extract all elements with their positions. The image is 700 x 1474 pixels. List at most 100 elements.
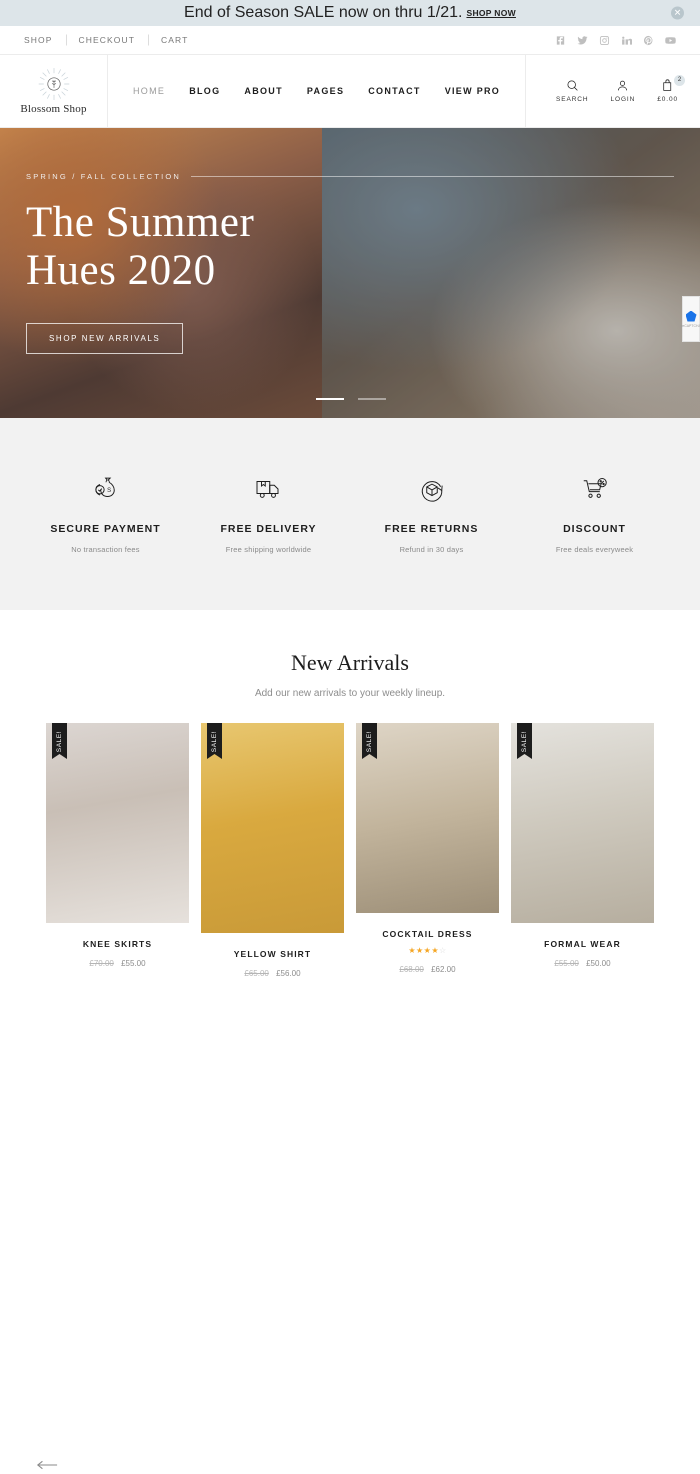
site-header: Blossom Shop HOME BLOG ABOUT PAGES CONTA… xyxy=(0,55,700,128)
hero-slide-indicator-1[interactable] xyxy=(316,398,344,400)
top-utility-bar: SHOP CHECKOUT CART xyxy=(0,26,700,55)
login-button[interactable]: LOGIN xyxy=(610,79,635,103)
social-links xyxy=(555,35,676,46)
product-name: FORMAL WEAR xyxy=(544,939,621,949)
close-icon[interactable]: ✕ xyxy=(671,6,684,20)
hero-slide-indicators xyxy=(316,398,386,400)
hero-title-line2: Hues 2020 xyxy=(26,247,216,295)
product-image[interactable]: SALE! xyxy=(511,723,654,923)
instagram-icon[interactable] xyxy=(599,35,610,46)
product-image[interactable]: SALE! xyxy=(356,723,499,913)
nav-item-blog[interactable]: BLOG xyxy=(177,86,232,96)
new-arrivals-section: New Arrivals Add our new arrivals to you… xyxy=(0,610,700,1470)
feature-title: FREE RETURNS xyxy=(384,523,479,535)
product-grid: SALE! KNEE SKIRTS £70.00 £55.00 SALE! YE… xyxy=(0,699,700,978)
nav-item-pages[interactable]: PAGES xyxy=(295,86,356,96)
recaptcha-badge[interactable]: reCAPTCHA xyxy=(681,296,700,342)
cart-button[interactable]: 2 £0.00 xyxy=(657,75,685,103)
product-card[interactable]: SALE! YELLOW SHIRT £65.00 £56.00 xyxy=(201,723,344,978)
product-card[interactable]: SALE! FORMAL WEAR £55.00 £50.00 xyxy=(511,723,654,968)
recaptcha-icon xyxy=(685,310,697,322)
features-section: S SECURE PAYMENT No transaction fees FRE… xyxy=(0,418,700,610)
nav-item-home[interactable]: HOME xyxy=(121,86,177,96)
page-title: New Arrivals xyxy=(291,650,409,675)
feature-free-delivery: FREE DELIVERY Free shipping worldwide xyxy=(187,474,350,554)
price-sale: £55.00 xyxy=(121,959,146,968)
product-thumbnail xyxy=(46,723,189,923)
money-bag-shield-icon: S xyxy=(94,477,115,497)
product-price: £68.00 £62.00 xyxy=(356,965,499,974)
cart-bag-icon xyxy=(663,79,672,91)
price-original: £70.00 xyxy=(89,959,114,968)
product-name: KNEE SKIRTS xyxy=(82,939,153,949)
twitter-icon[interactable] xyxy=(577,35,588,46)
price-sale: £56.00 xyxy=(276,969,301,978)
feature-free-returns: FREE RETURNS Refund in 30 days xyxy=(350,474,513,554)
cart-count-badge: 2 xyxy=(674,75,685,86)
hero-slide-indicator-2[interactable] xyxy=(358,398,386,400)
facebook-icon[interactable] xyxy=(555,35,566,46)
product-price: £70.00 £55.00 xyxy=(46,959,189,968)
hero-content: SPRING / FALL COLLECTION The Summer Hues… xyxy=(26,172,674,355)
sale-badge: SALE! xyxy=(517,723,532,759)
announcement-bar: End of Season SALE now on thru 1/21. SHO… xyxy=(0,0,700,26)
cart-total-label: £0.00 xyxy=(657,96,678,103)
product-thumbnail xyxy=(356,723,499,913)
feature-title: FREE DELIVERY xyxy=(220,523,317,535)
return-box-icon xyxy=(421,481,443,502)
product-name: COCKTAIL DRESS xyxy=(382,929,473,939)
hero-slider: SPRING / FALL COLLECTION The Summer Hues… xyxy=(0,128,700,418)
product-thumbnail xyxy=(201,723,344,933)
hero-eyebrow: SPRING / FALL COLLECTION xyxy=(26,172,674,181)
delivery-truck-icon xyxy=(256,481,278,498)
search-icon xyxy=(567,80,578,91)
product-thumbnail xyxy=(511,723,654,923)
feature-title: DISCOUNT xyxy=(563,523,626,535)
svg-text:S: S xyxy=(107,488,111,494)
brand-name: Blossom Shop xyxy=(20,103,87,115)
feature-subtitle: No transaction fees xyxy=(71,545,140,554)
feature-subtitle: Free shipping worldwide xyxy=(225,545,312,554)
search-button[interactable]: SEARCH xyxy=(556,79,589,103)
nav-item-contact[interactable]: CONTACT xyxy=(356,86,432,96)
announcement-shop-now-link[interactable]: SHOP NOW xyxy=(466,8,515,18)
nav-item-view-pro[interactable]: VIEW PRO xyxy=(433,86,512,96)
hero-cta-button[interactable]: SHOP NEW ARRIVALS xyxy=(26,323,184,355)
hero-title: The Summer Hues 2020 xyxy=(26,199,674,295)
brand-logo[interactable]: Blossom Shop xyxy=(0,55,108,127)
product-card[interactable]: SALE! COCKTAIL DRESS ★★★★☆ £68.00 £62.00 xyxy=(356,723,499,974)
topnav-item-shop[interactable]: SHOP xyxy=(24,35,66,45)
product-image[interactable]: SALE! xyxy=(201,723,344,933)
sale-badge: SALE! xyxy=(207,723,222,759)
product-price: £65.00 £56.00 xyxy=(201,969,344,978)
search-label: SEARCH xyxy=(555,96,589,103)
sale-badge-label: SALE! xyxy=(211,730,218,752)
hero-title-line1: The Summer xyxy=(26,199,255,246)
nav-item-about[interactable]: ABOUT xyxy=(232,86,295,96)
product-card[interactable]: SALE! KNEE SKIRTS £70.00 £55.00 xyxy=(46,723,189,968)
login-label: LOGIN xyxy=(610,96,636,103)
pinterest-icon[interactable] xyxy=(643,35,654,46)
product-image[interactable]: SALE! xyxy=(46,723,189,923)
feature-discount: DISCOUNT Free deals everyweek xyxy=(513,474,676,554)
product-name: YELLOW SHIRT xyxy=(233,949,312,959)
discount-cart-icon xyxy=(583,478,607,498)
linkedin-icon[interactable] xyxy=(621,35,632,46)
carousel-prev-button[interactable] xyxy=(36,1456,60,1474)
feature-subtitle: Refund in 30 days xyxy=(399,545,464,554)
sunburst-tree-logo-icon xyxy=(38,67,69,101)
youtube-icon[interactable] xyxy=(665,35,676,46)
topnav-item-cart[interactable]: CART xyxy=(148,35,201,45)
hero-eyebrow-text: SPRING / FALL COLLECTION xyxy=(26,172,182,181)
arrivals-subtitle: Add our new arrivals to your weekly line… xyxy=(254,688,446,699)
main-nav: HOME BLOG ABOUT PAGES CONTACT VIEW PRO xyxy=(108,55,525,127)
arrow-left-icon xyxy=(36,1460,58,1470)
header-actions: SEARCH LOGIN 2 £0.00 xyxy=(525,55,700,127)
product-price: £55.00 £50.00 xyxy=(511,959,654,968)
price-original: £68.00 xyxy=(399,965,424,974)
topnav-item-checkout[interactable]: CHECKOUT xyxy=(66,35,149,45)
feature-secure-payment: S SECURE PAYMENT No transaction fees xyxy=(24,474,187,554)
top-nav: SHOP CHECKOUT CART xyxy=(24,35,201,45)
sale-badge-label: SALE! xyxy=(56,730,63,752)
user-icon xyxy=(618,80,628,91)
